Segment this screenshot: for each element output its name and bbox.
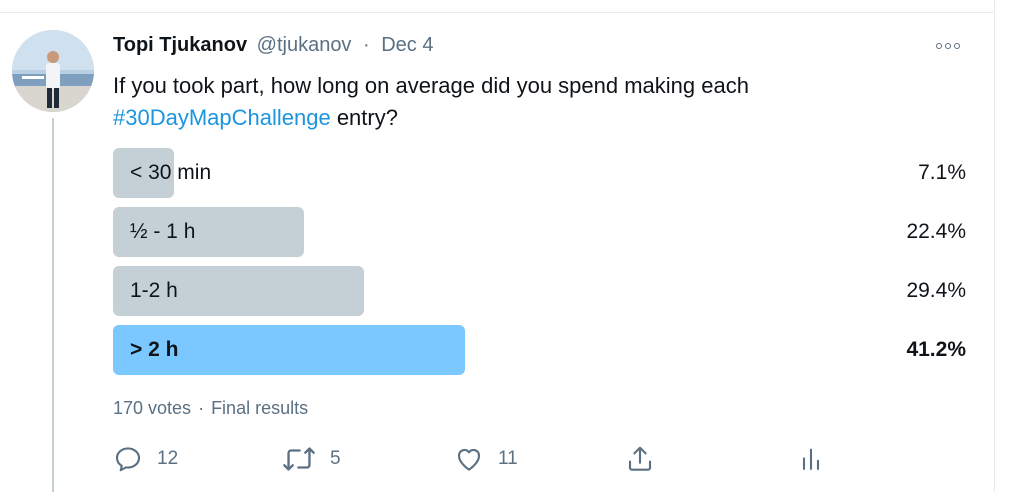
more-options-icon[interactable] bbox=[936, 38, 966, 54]
analytics-icon bbox=[802, 448, 820, 470]
avatar[interactable] bbox=[12, 30, 94, 112]
avatar-photo bbox=[12, 30, 94, 112]
like-count: 11 bbox=[498, 448, 518, 469]
hashtag-link[interactable]: #30DayMapChallenge bbox=[113, 105, 331, 130]
poll-option-label: 1-2 h bbox=[130, 279, 178, 302]
poll-option: ½ - 1 h 22.4% bbox=[113, 207, 966, 257]
thread-connector-line bbox=[52, 118, 54, 492]
reply-count: 12 bbox=[157, 448, 179, 469]
poll-meta: 170 votes · Final results bbox=[113, 398, 308, 419]
more-dot bbox=[936, 43, 942, 49]
more-dot bbox=[954, 43, 960, 49]
header-separator: · bbox=[363, 34, 370, 56]
poll-option-label: < 30 min bbox=[130, 161, 212, 184]
tweet-date[interactable]: Dec 4 bbox=[381, 34, 433, 56]
retweet-button[interactable]: 5 bbox=[282, 444, 341, 474]
tweet-text-before: If you took part, how long on average di… bbox=[113, 73, 749, 98]
share-button[interactable] bbox=[625, 444, 655, 474]
analytics-button[interactable] bbox=[797, 444, 825, 474]
poll-option-percent: 22.4% bbox=[906, 220, 966, 243]
poll-option-percent: 29.4% bbox=[906, 279, 966, 302]
poll-meta-separator: · bbox=[198, 398, 205, 418]
like-button[interactable]: 11 bbox=[454, 444, 518, 474]
poll-vote-count: 170 votes bbox=[113, 398, 192, 418]
tweet-header: Topi Tjukanov @tjukanov · Dec 4 bbox=[113, 34, 433, 57]
poll-option-percent: 41.2% bbox=[906, 338, 966, 361]
poll-status: Final results bbox=[211, 398, 309, 418]
poll-option-label: > 2 h bbox=[130, 338, 179, 361]
reply-icon bbox=[115, 447, 141, 472]
author-handle[interactable]: @tjukanov bbox=[257, 34, 352, 56]
retweet-icon bbox=[283, 447, 315, 471]
top-divider bbox=[0, 12, 994, 13]
poll-option-label: ½ - 1 h bbox=[130, 220, 196, 243]
poll-option: 1-2 h 29.4% bbox=[113, 266, 966, 316]
more-dot bbox=[945, 43, 951, 49]
poll-option: < 30 min 7.1% bbox=[113, 148, 966, 198]
tweet-text-after: entry? bbox=[330, 105, 398, 130]
poll-option-percent: 7.1% bbox=[918, 161, 966, 184]
reply-button[interactable]: 12 bbox=[113, 444, 178, 474]
right-divider bbox=[994, 0, 995, 492]
author-name[interactable]: Topi Tjukanov bbox=[113, 34, 247, 56]
poll-option-winner: > 2 h 41.2% bbox=[113, 325, 966, 375]
share-icon bbox=[628, 446, 652, 471]
heart-icon bbox=[457, 448, 481, 471]
retweet-count: 5 bbox=[330, 448, 341, 469]
tweet-text: If you took part, how long on average di… bbox=[113, 70, 933, 134]
